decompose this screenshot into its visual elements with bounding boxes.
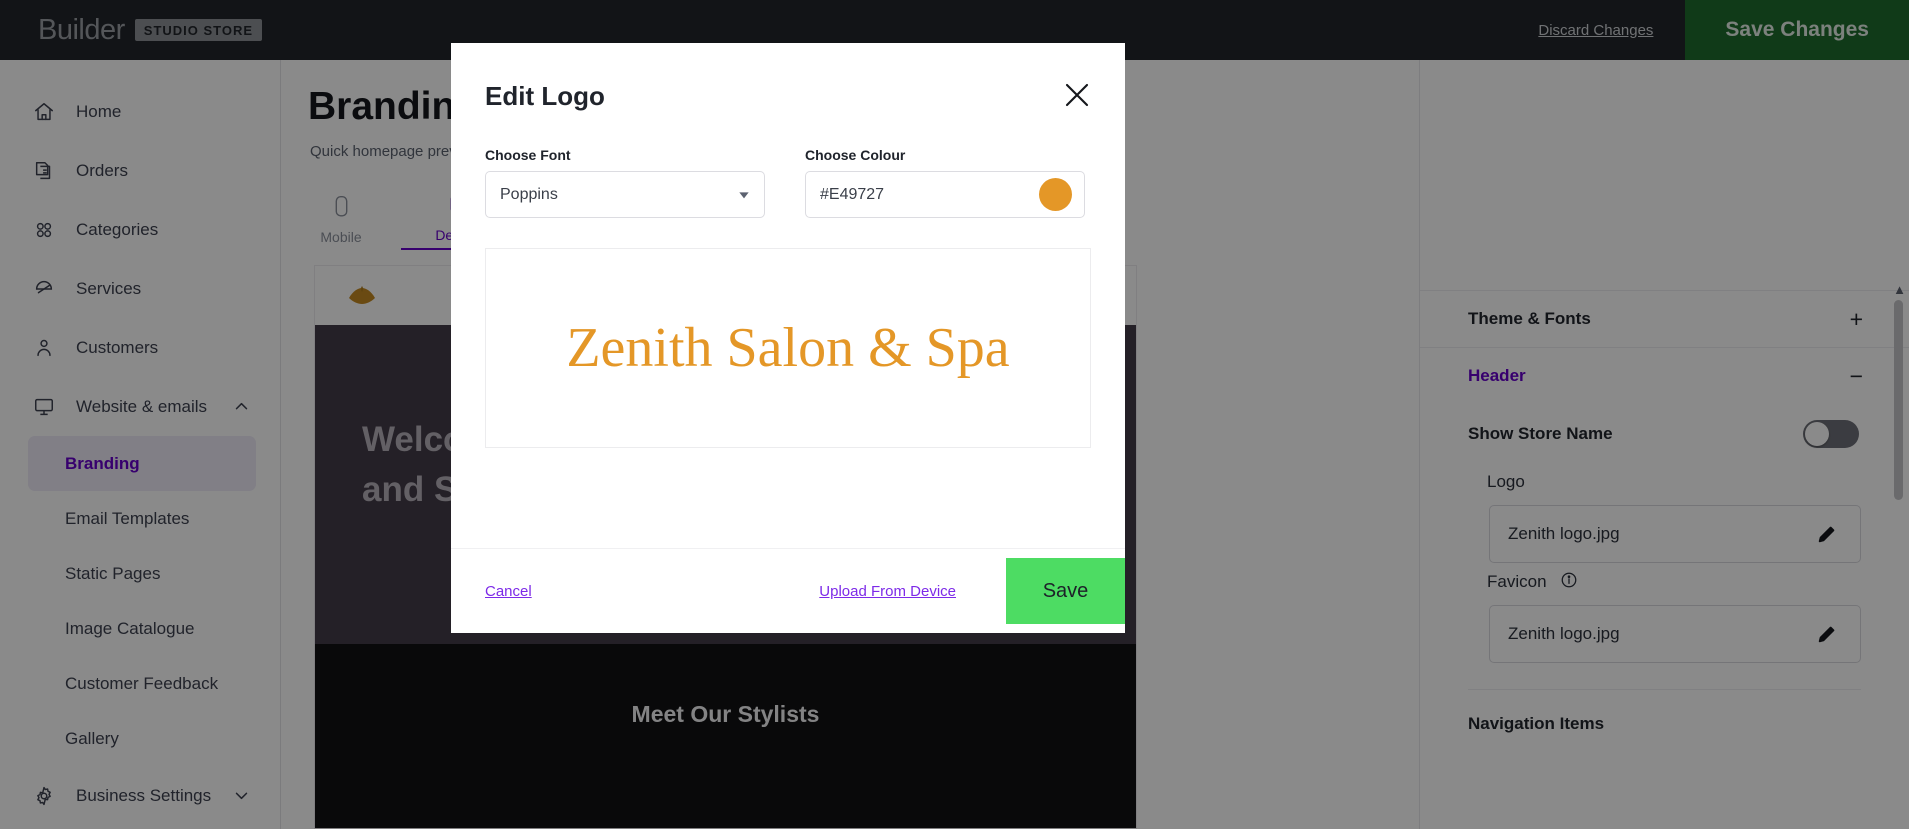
upload-from-device-button[interactable]: Upload From Device	[819, 583, 956, 600]
choose-colour-field: Choose Colour #E49727	[805, 147, 1085, 218]
logo-preview-text: Zenith Salon & Spa	[566, 317, 1010, 379]
edit-logo-modal: Edit Logo Choose Font Poppins Choose Col…	[451, 43, 1125, 633]
modal-body: Choose Font Poppins Choose Colour #E4972…	[451, 147, 1125, 548]
colour-input[interactable]: #E49727	[805, 171, 1085, 218]
choose-font-field: Choose Font Poppins	[485, 147, 765, 218]
cancel-button[interactable]: Cancel	[485, 583, 532, 600]
choose-font-label: Choose Font	[485, 147, 571, 163]
modal-footer: Cancel Upload From Device Save	[451, 548, 1125, 633]
modal-header: Edit Logo	[451, 43, 1125, 147]
choose-colour-label: Choose Colour	[805, 147, 906, 163]
colour-input-value: #E49727	[820, 185, 885, 203]
colour-swatch[interactable]	[1039, 178, 1072, 211]
save-button[interactable]: Save	[1006, 558, 1125, 624]
chevron-down-icon	[736, 187, 752, 203]
font-select-value: Poppins	[500, 185, 558, 203]
app-root: Builder STUDIO STORE Discard Changes Sav…	[0, 0, 1909, 829]
font-select[interactable]: Poppins	[485, 171, 765, 218]
close-icon[interactable]	[1060, 78, 1094, 112]
modal-title: Edit Logo	[485, 81, 605, 111]
logo-preview-box: Zenith Salon & Spa	[485, 248, 1091, 448]
modal-field-row: Choose Font Poppins Choose Colour #E4972…	[485, 147, 1091, 218]
